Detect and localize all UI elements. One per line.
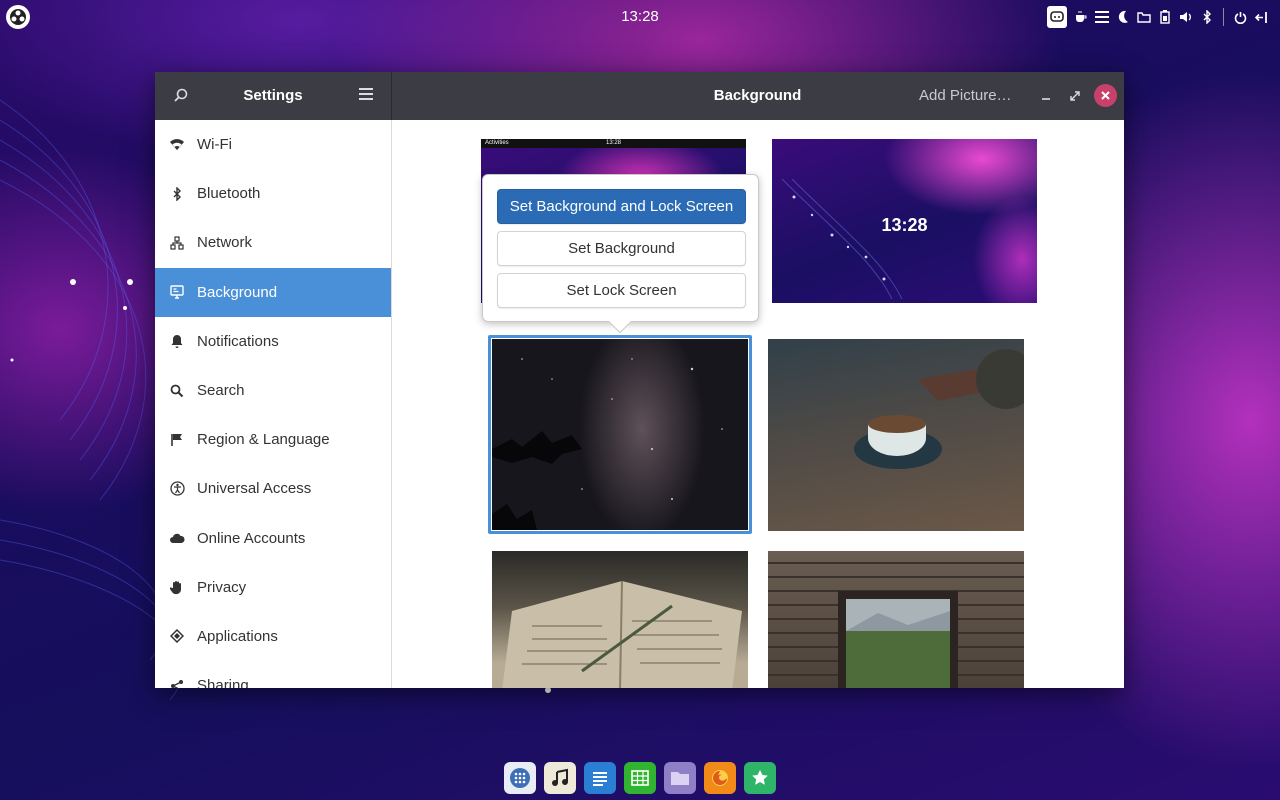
sidebar-item-applications[interactable]: Applications xyxy=(155,612,391,661)
minimize-icon[interactable] xyxy=(1039,86,1053,106)
files-icon[interactable] xyxy=(664,762,696,794)
wallpaper-thumbnail-selected[interactable] xyxy=(488,335,752,534)
set-background-and-lock-screen-button[interactable]: Set Background and Lock Screen xyxy=(497,189,746,224)
sidebar-item-label: Network xyxy=(197,234,253,252)
sidebar-item-label: Wi-Fi xyxy=(197,136,232,154)
sidebar-item-wifi[interactable]: Wi-Fi xyxy=(155,120,391,169)
sidebar-item-background[interactable]: Background xyxy=(155,267,391,317)
list-icon[interactable] xyxy=(1091,6,1112,28)
background-icon xyxy=(169,284,185,300)
apps-grid-icon[interactable] xyxy=(504,762,536,794)
set-lock-screen-button[interactable]: Set Lock Screen xyxy=(497,273,746,308)
applications-icon xyxy=(169,628,185,644)
exit-icon[interactable] xyxy=(1251,6,1272,28)
power-icon[interactable] xyxy=(1230,6,1251,28)
bluetooth-icon xyxy=(169,186,185,202)
notebook-artwork xyxy=(502,580,742,688)
hamburger-menu-icon[interactable] xyxy=(359,88,373,102)
sidebar-item-label: Universal Access xyxy=(197,480,312,498)
sidebar-item-label: Privacy xyxy=(197,578,247,596)
headerbar: Settings Background Add Picture… xyxy=(155,72,1124,120)
battery-icon[interactable] xyxy=(1154,6,1175,28)
software-icon[interactable] xyxy=(744,762,776,794)
bluetooth-icon[interactable] xyxy=(1196,6,1217,28)
notebook-thumbnail[interactable] xyxy=(492,551,748,688)
search-icon xyxy=(169,383,185,399)
flag-icon xyxy=(169,432,185,448)
network-icon xyxy=(169,235,185,251)
milky-way-thumbnail xyxy=(492,339,748,530)
accessibility-icon xyxy=(169,481,185,497)
top-panel: 13:28 xyxy=(0,0,1280,34)
share-icon xyxy=(169,678,185,688)
sidebar-item-sharing[interactable]: Sharing xyxy=(155,661,391,688)
coffee-cup-artwork xyxy=(854,349,1024,469)
sidebar-item-label: Bluetooth xyxy=(197,185,261,203)
cabin-window-thumbnail[interactable] xyxy=(768,551,1024,688)
lock-screen-preview[interactable]: 13:28 xyxy=(772,139,1037,303)
sidebar-item-label: Sharing xyxy=(197,677,249,688)
folder-icon[interactable] xyxy=(1133,6,1154,28)
spreadsheet-icon[interactable] xyxy=(624,762,656,794)
preview-clock: 13:28 xyxy=(605,140,621,146)
sidebar-item-label: Search xyxy=(197,382,245,400)
sidebar-item-network[interactable]: Network xyxy=(155,218,391,267)
sidebar-item-region-language[interactable]: Region & Language xyxy=(155,415,391,464)
volume-icon[interactable] xyxy=(1175,6,1196,28)
milky-way-artwork xyxy=(492,358,723,530)
firefox-icon[interactable] xyxy=(704,762,736,794)
search-icon[interactable] xyxy=(171,86,191,106)
set-background-popover: Set Background and Lock Screen Set Backg… xyxy=(482,174,759,334)
chat-icon[interactable] xyxy=(1047,6,1067,28)
sidebar-item-online-accounts[interactable]: Online Accounts xyxy=(155,514,391,563)
page-title: Background xyxy=(713,87,802,104)
moon-icon[interactable] xyxy=(1112,6,1133,28)
maximize-icon[interactable] xyxy=(1068,86,1082,106)
sidebar-item-label: Region & Language xyxy=(197,431,330,449)
lock-preview-clock: 13:28 xyxy=(881,215,928,235)
sidebar-title: Settings xyxy=(243,87,303,104)
settings-window: Settings Background Add Picture… Wi-Fi B… xyxy=(155,72,1124,688)
sidebar-item-label: Applications xyxy=(197,627,278,645)
set-background-button[interactable]: Set Background xyxy=(497,231,746,266)
coffee-icon[interactable] xyxy=(1070,6,1091,28)
wifi-icon xyxy=(169,137,185,153)
coffee-cup-thumbnail[interactable] xyxy=(768,339,1024,531)
bell-icon xyxy=(169,333,185,349)
sidebar-item-notifications[interactable]: Notifications xyxy=(155,317,391,366)
dock xyxy=(504,762,776,794)
sidebar-item-label: Notifications xyxy=(197,332,279,350)
close-button[interactable] xyxy=(1094,84,1117,107)
preview-top-bar: Activities 13:28 xyxy=(481,139,746,148)
music-icon[interactable] xyxy=(544,762,576,794)
sidebar-item-universal-access[interactable]: Universal Access xyxy=(155,464,391,513)
sidebar-header: Settings xyxy=(155,72,392,120)
sidebar-item-label: Online Accounts xyxy=(197,529,306,547)
add-picture-button[interactable]: Add Picture… xyxy=(919,87,1012,104)
text-editor-icon[interactable] xyxy=(584,762,616,794)
hand-icon xyxy=(169,579,185,595)
cabin-window-artwork xyxy=(768,562,1024,688)
sidebar-item-privacy[interactable]: Privacy xyxy=(155,563,391,612)
cloud-icon xyxy=(169,530,185,546)
tray-separator xyxy=(1223,8,1224,26)
settings-sidebar: Wi-Fi Bluetooth Network Background Notif… xyxy=(155,120,392,688)
system-tray xyxy=(1047,6,1272,28)
sidebar-item-bluetooth[interactable]: Bluetooth xyxy=(155,169,391,218)
sidebar-item-search[interactable]: Search xyxy=(155,366,391,415)
sidebar-item-label: Background xyxy=(197,283,278,301)
